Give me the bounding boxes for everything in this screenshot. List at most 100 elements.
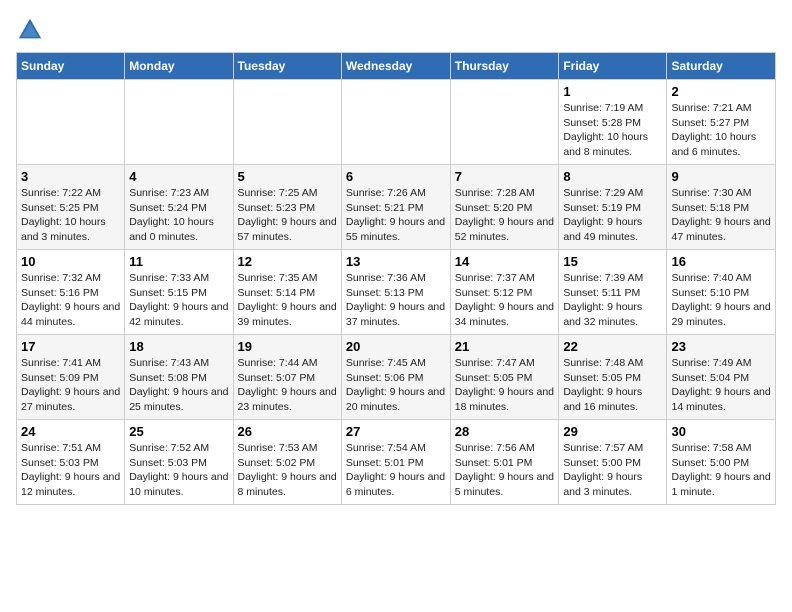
- page-header: [16, 16, 776, 44]
- day-number-12: 12: [238, 254, 337, 269]
- day-info-30: Sunrise: 7:58 AM Sunset: 5:00 PM Dayligh…: [671, 441, 771, 500]
- day-info-18: Sunrise: 7:43 AM Sunset: 5:08 PM Dayligh…: [129, 356, 228, 415]
- calendar-cell-w4-d1: 18 Sunrise: 7:43 AM Sunset: 5:08 PM Dayli…: [125, 335, 233, 420]
- day-number-24: 24: [21, 424, 120, 439]
- day-number-1: 1: [563, 84, 662, 99]
- week-row-3: 10 Sunrise: 7:32 AM Sunset: 5:16 PM Dayli…: [17, 250, 776, 335]
- calendar-cell-w2-d5: 8Sunrise: 7:29 AM Sunset: 5:19 PM Daylig…: [559, 165, 667, 250]
- day-number-22: 22: [563, 339, 662, 354]
- day-info-7: Sunrise: 7:28 AM Sunset: 5:20 PM Dayligh…: [455, 186, 555, 245]
- calendar-cell-w5-d1: 25Sunrise: 7:52 AM Sunset: 5:03 PM Dayli…: [125, 420, 233, 505]
- day-number-18: 18: [129, 339, 228, 354]
- calendar-cell-w1-d1: [125, 80, 233, 165]
- day-number-3: 3: [21, 169, 120, 184]
- calendar-cell-w5-d4: 28Sunrise: 7:56 AM Sunset: 5:01 PM Dayli…: [450, 420, 559, 505]
- calendar-cell-w3-d4: 14 Sunrise: 7:37 AM Sunset: 5:12 PM Dayli…: [450, 250, 559, 335]
- day-number-20: 20: [346, 339, 446, 354]
- calendar-cell-w1-d3: [341, 80, 450, 165]
- calendar-cell-w5-d6: 30Sunrise: 7:58 AM Sunset: 5:00 PM Dayli…: [667, 420, 776, 505]
- day-info-2: Sunrise: 7:21 AM Sunset: 5:27 PM Dayligh…: [671, 101, 771, 160]
- weekday-header-friday: Friday: [559, 53, 667, 80]
- calendar-cell-w4-d0: 17Sunrise: 7:41 AM Sunset: 5:09 PM Dayli…: [17, 335, 125, 420]
- day-info-15: Sunrise: 7:39 AM Sunset: 5:11 PM Dayligh…: [563, 271, 662, 330]
- day-number-8: 8: [563, 169, 662, 184]
- day-number-11: 11: [129, 254, 228, 269]
- day-info-16: Sunrise: 7:40 AM Sunset: 5:10 PM Dayligh…: [671, 271, 771, 330]
- calendar-cell-w2-d1: 4 Sunrise: 7:23 AM Sunset: 5:24 PM Daylig…: [125, 165, 233, 250]
- day-number-2: 2: [671, 84, 771, 99]
- calendar-cell-w3-d1: 11 Sunrise: 7:33 AM Sunset: 5:15 PM Dayli…: [125, 250, 233, 335]
- week-row-5: 24 Sunrise: 7:51 AM Sunset: 5:03 PM Dayli…: [17, 420, 776, 505]
- day-number-29: 29: [563, 424, 662, 439]
- day-number-15: 15: [563, 254, 662, 269]
- calendar-cell-w4-d4: 21 Sunrise: 7:47 AM Sunset: 5:05 PM Dayli…: [450, 335, 559, 420]
- calendar-cell-w3-d6: 16 Sunrise: 7:40 AM Sunset: 5:10 PM Dayli…: [667, 250, 776, 335]
- calendar-cell-w2-d2: 5 Sunrise: 7:25 AM Sunset: 5:23 PM Daylig…: [233, 165, 341, 250]
- calendar-cell-w3-d3: 13 Sunrise: 7:36 AM Sunset: 5:13 PM Dayli…: [341, 250, 450, 335]
- calendar-cell-w2-d3: 6 Sunrise: 7:26 AM Sunset: 5:21 PM Daylig…: [341, 165, 450, 250]
- day-number-23: 23: [671, 339, 771, 354]
- day-info-6: Sunrise: 7:26 AM Sunset: 5:21 PM Dayligh…: [346, 186, 446, 245]
- day-info-23: Sunrise: 7:49 AM Sunset: 5:04 PM Dayligh…: [671, 356, 771, 415]
- day-number-27: 27: [346, 424, 446, 439]
- day-info-21: Sunrise: 7:47 AM Sunset: 5:05 PM Dayligh…: [455, 356, 555, 415]
- calendar-cell-w3-d5: 15 Sunrise: 7:39 AM Sunset: 5:11 PM Dayli…: [559, 250, 667, 335]
- day-number-10: 10: [21, 254, 120, 269]
- day-info-28: Sunrise: 7:56 AM Sunset: 5:01 PM Dayligh…: [455, 441, 555, 500]
- day-info-1: Sunrise: 7:19 AM Sunset: 5:28 PM Dayligh…: [563, 101, 662, 160]
- day-number-14: 14: [455, 254, 555, 269]
- day-info-4: Sunrise: 7:23 AM Sunset: 5:24 PM Dayligh…: [129, 186, 228, 245]
- calendar-cell-w5-d5: 29 Sunrise: 7:57 AM Sunset: 5:00 PM Dayli…: [559, 420, 667, 505]
- day-info-27: Sunrise: 7:54 AM Sunset: 5:01 PM Dayligh…: [346, 441, 446, 500]
- week-row-1: 1 Sunrise: 7:19 AM Sunset: 5:28 PM Daylig…: [17, 80, 776, 165]
- weekday-header-monday: Monday: [125, 53, 233, 80]
- day-info-11: Sunrise: 7:33 AM Sunset: 5:15 PM Dayligh…: [129, 271, 228, 330]
- day-info-13: Sunrise: 7:36 AM Sunset: 5:13 PM Dayligh…: [346, 271, 446, 330]
- day-number-4: 4: [129, 169, 228, 184]
- day-info-26: Sunrise: 7:53 AM Sunset: 5:02 PM Dayligh…: [238, 441, 337, 500]
- day-number-13: 13: [346, 254, 446, 269]
- calendar-cell-w4-d6: 23 Sunrise: 7:49 AM Sunset: 5:04 PM Dayli…: [667, 335, 776, 420]
- calendar-cell-w5-d0: 24 Sunrise: 7:51 AM Sunset: 5:03 PM Dayli…: [17, 420, 125, 505]
- day-number-9: 9: [671, 169, 771, 184]
- weekday-header-sunday: Sunday: [17, 53, 125, 80]
- day-info-20: Sunrise: 7:45 AM Sunset: 5:06 PM Dayligh…: [346, 356, 446, 415]
- day-info-12: Sunrise: 7:35 AM Sunset: 5:14 PM Dayligh…: [238, 271, 337, 330]
- weekday-header-tuesday: Tuesday: [233, 53, 341, 80]
- calendar-cell-w3-d0: 10 Sunrise: 7:32 AM Sunset: 5:16 PM Dayli…: [17, 250, 125, 335]
- logo: [16, 16, 48, 44]
- calendar-cell-w1-d4: [450, 80, 559, 165]
- day-number-19: 19: [238, 339, 337, 354]
- calendar-table: SundayMondayTuesdayWednesdayThursdayFrid…: [16, 52, 776, 505]
- week-row-4: 17Sunrise: 7:41 AM Sunset: 5:09 PM Dayli…: [17, 335, 776, 420]
- calendar-cell-w1-d5: 1 Sunrise: 7:19 AM Sunset: 5:28 PM Daylig…: [559, 80, 667, 165]
- calendar-cell-w4-d2: 19Sunrise: 7:44 AM Sunset: 5:07 PM Dayli…: [233, 335, 341, 420]
- day-number-21: 21: [455, 339, 555, 354]
- calendar-cell-w1-d2: [233, 80, 341, 165]
- day-info-14: Sunrise: 7:37 AM Sunset: 5:12 PM Dayligh…: [455, 271, 555, 330]
- day-info-24: Sunrise: 7:51 AM Sunset: 5:03 PM Dayligh…: [21, 441, 120, 500]
- day-number-5: 5: [238, 169, 337, 184]
- day-info-29: Sunrise: 7:57 AM Sunset: 5:00 PM Dayligh…: [563, 441, 662, 500]
- weekday-header-thursday: Thursday: [450, 53, 559, 80]
- day-info-10: Sunrise: 7:32 AM Sunset: 5:16 PM Dayligh…: [21, 271, 120, 330]
- day-info-17: Sunrise: 7:41 AM Sunset: 5:09 PM Dayligh…: [21, 356, 120, 415]
- calendar-cell-w3-d2: 12 Sunrise: 7:35 AM Sunset: 5:14 PM Dayli…: [233, 250, 341, 335]
- day-number-7: 7: [455, 169, 555, 184]
- day-info-5: Sunrise: 7:25 AM Sunset: 5:23 PM Dayligh…: [238, 186, 337, 245]
- calendar-cell-w4-d3: 20 Sunrise: 7:45 AM Sunset: 5:06 PM Dayli…: [341, 335, 450, 420]
- logo-icon: [16, 16, 44, 44]
- calendar-cell-w1-d6: 2 Sunrise: 7:21 AM Sunset: 5:27 PM Daylig…: [667, 80, 776, 165]
- day-number-6: 6: [346, 169, 446, 184]
- day-info-22: Sunrise: 7:48 AM Sunset: 5:05 PM Dayligh…: [563, 356, 662, 415]
- calendar-cell-w1-d0: [17, 80, 125, 165]
- weekday-header-wednesday: Wednesday: [341, 53, 450, 80]
- calendar-cell-w5-d2: 26Sunrise: 7:53 AM Sunset: 5:02 PM Dayli…: [233, 420, 341, 505]
- week-row-2: 3Sunrise: 7:22 AM Sunset: 5:25 PM Daylig…: [17, 165, 776, 250]
- calendar-header: SundayMondayTuesdayWednesdayThursdayFrid…: [17, 53, 776, 80]
- weekday-header-saturday: Saturday: [667, 53, 776, 80]
- calendar-cell-w2-d6: 9 Sunrise: 7:30 AM Sunset: 5:18 PM Daylig…: [667, 165, 776, 250]
- day-info-25: Sunrise: 7:52 AM Sunset: 5:03 PM Dayligh…: [129, 441, 228, 500]
- day-info-9: Sunrise: 7:30 AM Sunset: 5:18 PM Dayligh…: [671, 186, 771, 245]
- day-number-16: 16: [671, 254, 771, 269]
